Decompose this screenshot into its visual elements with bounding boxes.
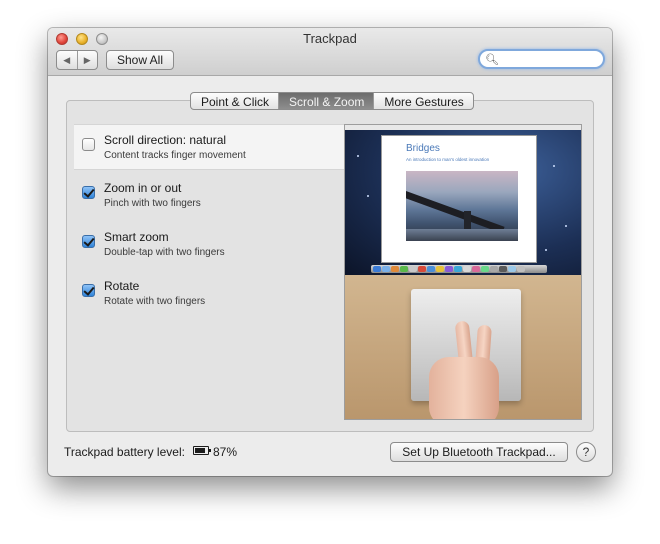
document-title: Bridges [406, 143, 440, 154]
star [553, 165, 555, 167]
battery-label: Trackpad battery level: [64, 445, 185, 459]
dock-icon [418, 266, 426, 272]
option-subtitle: Rotate with two fingers [104, 296, 206, 307]
dock-icon [499, 266, 507, 272]
dock-icon [481, 266, 489, 272]
dock-icon [373, 266, 381, 272]
star [367, 195, 369, 197]
water [406, 229, 518, 241]
tab-bar: Point & Click Scroll & Zoom More Gesture… [190, 92, 474, 110]
dock-icon [409, 266, 417, 272]
hand [429, 357, 499, 419]
dock-icon [517, 266, 525, 272]
option-subtitle: Content tracks finger movement [104, 150, 246, 161]
title-bar: Trackpad ◀ ▶ Show All 🔍︎ [48, 28, 612, 76]
option-title: Rotate [104, 279, 140, 293]
star [357, 155, 359, 157]
magnifier-icon: 🔍︎ [485, 54, 499, 66]
smart-zoom-checkbox[interactable] [82, 235, 95, 248]
bridge-deck [406, 189, 505, 234]
dock-icon [454, 266, 462, 272]
zoom-checkbox[interactable] [82, 186, 95, 199]
option-zoom[interactable]: Zoom in or out Pinch with two fingers [74, 173, 344, 219]
setup-bluetooth-trackpad-button[interactable]: Set Up Bluetooth Trackpad... [390, 442, 568, 462]
gesture-preview-video: Bridges An introduction to man's oldest … [344, 124, 582, 420]
tab-scroll-and-zoom[interactable]: Scroll & Zoom [278, 93, 374, 109]
search-input[interactable] [498, 52, 598, 66]
show-all-button[interactable]: Show All [106, 50, 174, 70]
dock-icon [472, 266, 480, 272]
option-scroll-direction[interactable]: Scroll direction: natural Content tracks… [74, 124, 344, 170]
battery-icon [193, 446, 211, 455]
dock-icon [490, 266, 498, 272]
dock-icon [391, 266, 399, 272]
tab-more-gestures[interactable]: More Gestures [373, 93, 472, 109]
dock-icon [508, 266, 516, 272]
back-forward-control: ◀ ▶ [56, 50, 98, 70]
window-title: Trackpad [303, 31, 357, 46]
option-title: Smart zoom [104, 230, 169, 244]
dock-icon [400, 266, 408, 272]
rotate-checkbox[interactable] [82, 284, 95, 297]
trackpad-window: Trackpad ◀ ▶ Show All 🔍︎ Point & Click S… [48, 28, 612, 476]
search-field[interactable]: 🔍︎ [478, 49, 605, 69]
option-title: Zoom in or out [104, 181, 182, 195]
forward-button[interactable]: ▶ [76, 51, 98, 69]
bridge-pier [464, 211, 471, 229]
option-rotate[interactable]: Rotate Rotate with two fingers [74, 271, 344, 317]
help-button[interactable]: ? [576, 442, 596, 462]
option-title: Scroll direction: natural [104, 133, 227, 147]
preview-menubar [345, 125, 581, 130]
dock-icon [436, 266, 444, 272]
dock-icon [427, 266, 435, 272]
preview-document: Bridges An introduction to man's oldest … [381, 135, 537, 263]
star [545, 249, 547, 251]
battery-fill [195, 448, 206, 453]
battery-percent: 87% [213, 445, 238, 459]
scroll-direction-checkbox[interactable] [82, 138, 95, 151]
option-subtitle: Double-tap with two fingers [104, 247, 225, 258]
star [565, 225, 567, 227]
dock-icon [463, 266, 471, 272]
option-smart-zoom[interactable]: Smart zoom Double-tap with two fingers [74, 222, 344, 268]
document-subtitle: An introduction to man's oldest innovati… [406, 157, 490, 162]
back-button[interactable]: ◀ [57, 51, 77, 69]
preview-dock [371, 265, 547, 273]
preview-screen: Bridges An introduction to man's oldest … [345, 125, 581, 275]
dock-icon [382, 266, 390, 272]
dock-icon [445, 266, 453, 272]
bridge-photo [406, 171, 518, 241]
tab-point-and-click[interactable]: Point & Click [191, 93, 278, 109]
option-subtitle: Pinch with two fingers [104, 198, 201, 209]
